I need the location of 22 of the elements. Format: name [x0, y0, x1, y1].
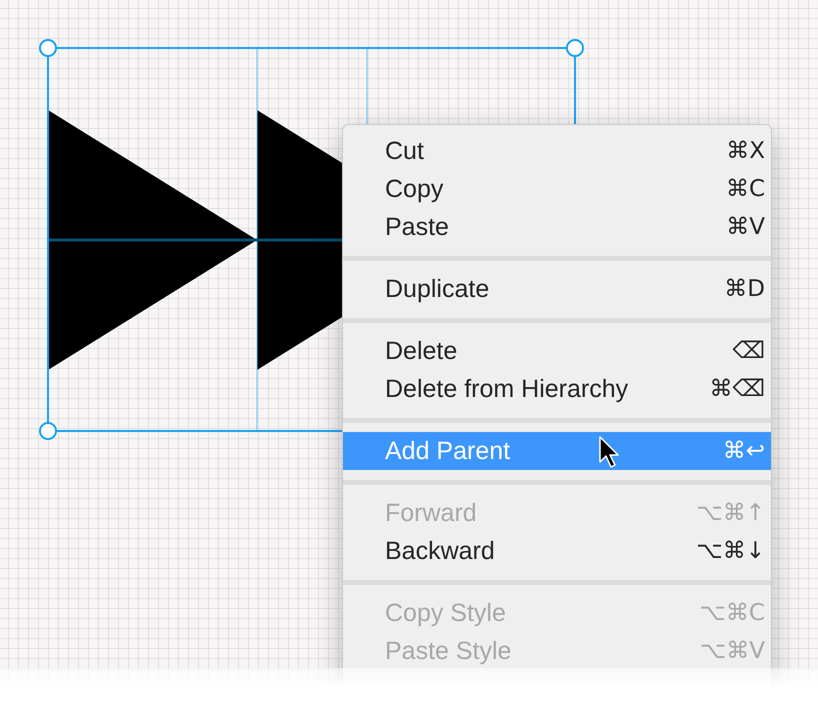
resize-handle[interactable] [566, 39, 584, 57]
shortcut-label: ⌘↩ [722, 438, 765, 464]
shortcut-label: ⌥⌘↓ [696, 538, 765, 564]
resize-handle[interactable] [39, 39, 57, 57]
shortcut-label: ⌘X [726, 138, 765, 164]
menu-item[interactable]: Delete from Hierarchy ⌘⌫ [343, 370, 771, 408]
mouse-pointer-icon [599, 436, 619, 468]
menu-item[interactable]: Duplicate ⌘D [343, 270, 771, 308]
shortcut-label: ⌥⌘V [700, 638, 765, 664]
shortcut-label: ⌘⌫ [709, 376, 765, 402]
menu-item[interactable]: Paste ⌘V [343, 208, 771, 246]
shortcut-label: ⌘D [724, 276, 765, 302]
shortcut-label: ⌥⌘↑ [696, 500, 765, 526]
shortcut-label: ⌥⌘C [699, 600, 765, 626]
menu-item[interactable]: Delete ⌫ [343, 332, 771, 370]
resize-handle[interactable] [39, 422, 57, 440]
menu-item[interactable]: Backward ⌥⌘↓ [343, 532, 771, 570]
shortcut-label: ⌫ [732, 338, 765, 364]
menu-item[interactable]: Copy ⌘C [343, 170, 771, 208]
shortcut-label: ⌘C [726, 176, 765, 202]
menu-item[interactable]: Cut ⌘X [343, 132, 771, 170]
shortcut-label: ⌘V [726, 214, 765, 240]
